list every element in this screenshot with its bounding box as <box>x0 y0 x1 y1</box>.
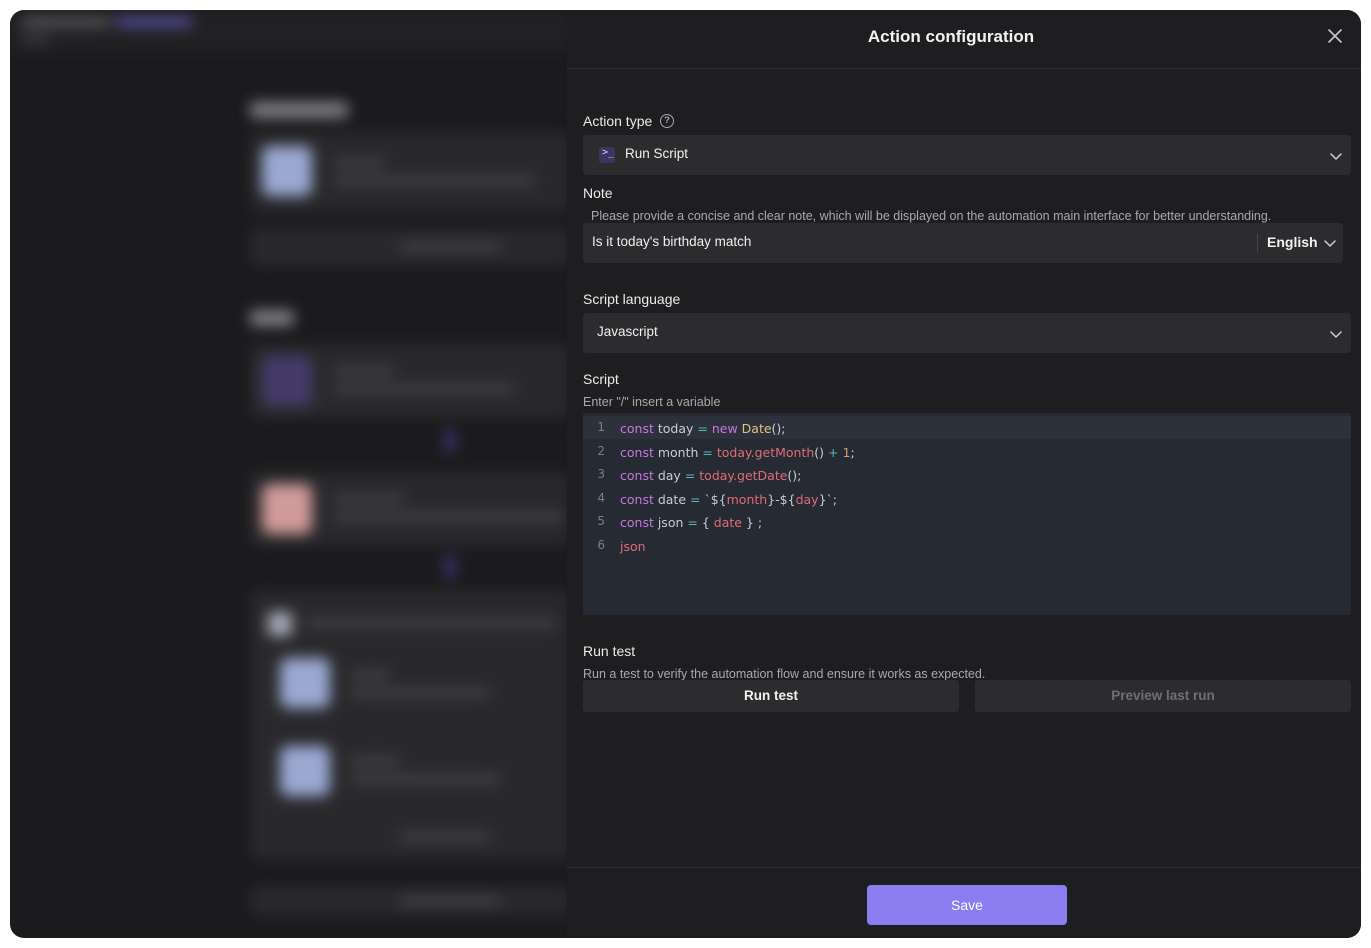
bg-heading <box>250 102 348 118</box>
script-language-label: Script language <box>583 291 681 307</box>
code-line-text: const date = `${month}-${day}`; <box>620 492 837 507</box>
line-number: 1 <box>597 420 605 434</box>
help-icon[interactable]: ? <box>660 114 674 128</box>
code-line-text: const json = { date } ; <box>620 515 763 530</box>
code-line-text: const month = today.getMonth() + 1; <box>620 445 855 460</box>
action-type-value: Run Script <box>625 146 689 161</box>
line-number: 4 <box>597 491 605 505</box>
chevron-down-icon <box>1330 153 1342 160</box>
app-window: Action configuration Action type ? >_ Ru… <box>10 10 1361 938</box>
panel-title: Action configuration <box>867 27 1035 46</box>
bg-topbar <box>10 10 570 52</box>
bg-card <box>250 228 570 266</box>
bg-card <box>250 472 570 546</box>
bg-card <box>250 590 570 860</box>
code-line: 4 const date = `${month}-${day}`; <box>583 487 1351 510</box>
code-line: 3 const day = today.getDate(); <box>583 463 1351 486</box>
note-description: Please provide a concise and clear note,… <box>591 209 1272 223</box>
action-type-select[interactable]: >_ Run Script <box>583 135 1351 175</box>
note-label: Note <box>583 185 613 201</box>
script-label: Script <box>583 371 619 387</box>
line-number: 3 <box>597 467 605 481</box>
code-line: 5 const json = { date } ; <box>583 510 1351 533</box>
terminal-icon: >_ <box>599 147 615 163</box>
chevron-down-icon <box>1324 240 1336 247</box>
script-language-select[interactable]: Javascript <box>583 313 1351 353</box>
note-field[interactable]: Is it today's birthday match English <box>583 223 1343 263</box>
line-number: 5 <box>597 514 605 528</box>
panel-footer: Save <box>567 867 1361 938</box>
code-line-text: const day = today.getDate(); <box>620 468 802 483</box>
save-button[interactable]: Save <box>867 885 1067 925</box>
run-test-button[interactable]: Run test <box>583 680 959 712</box>
close-icon[interactable] <box>1325 26 1345 46</box>
code-line: 1 const today = new Date(); <box>583 416 1351 439</box>
code-line: 2 const month = today.getMonth() + 1; <box>583 440 1351 463</box>
bg-connector <box>446 430 454 452</box>
bg-card <box>250 344 570 418</box>
line-number: 6 <box>597 538 605 552</box>
script-hint: Enter "/" insert a variable <box>583 395 721 409</box>
chevron-down-icon <box>1330 331 1342 338</box>
bg-card <box>250 132 570 212</box>
code-line-text: const today = new Date(); <box>620 421 786 436</box>
bg-heading <box>250 310 294 326</box>
bg-connector <box>446 556 454 578</box>
note-value: Is it today's birthday match <box>592 234 752 249</box>
run-test-description: Run a test to verify the automation flow… <box>583 667 986 681</box>
code-line-text: json <box>620 539 646 554</box>
run-test-label: Run test <box>583 643 636 659</box>
language-value: English <box>1267 234 1318 250</box>
action-type-label: Action type <box>583 113 653 129</box>
line-number: 2 <box>597 444 605 458</box>
bg-card <box>250 886 570 916</box>
panel-header: Action configuration <box>567 10 1361 69</box>
divider <box>1257 234 1258 252</box>
action-configuration-panel: Action configuration Action type ? >_ Ru… <box>567 10 1361 938</box>
code-line: 6 json <box>583 534 1351 557</box>
preview-last-run-button[interactable]: Preview last run <box>975 680 1351 712</box>
script-language-value: Javascript <box>597 324 658 339</box>
language-dropdown[interactable]: English <box>1267 223 1343 263</box>
blurred-background <box>10 10 570 938</box>
code-editor[interactable]: 1 const today = new Date(); 2 const mont… <box>583 413 1351 615</box>
